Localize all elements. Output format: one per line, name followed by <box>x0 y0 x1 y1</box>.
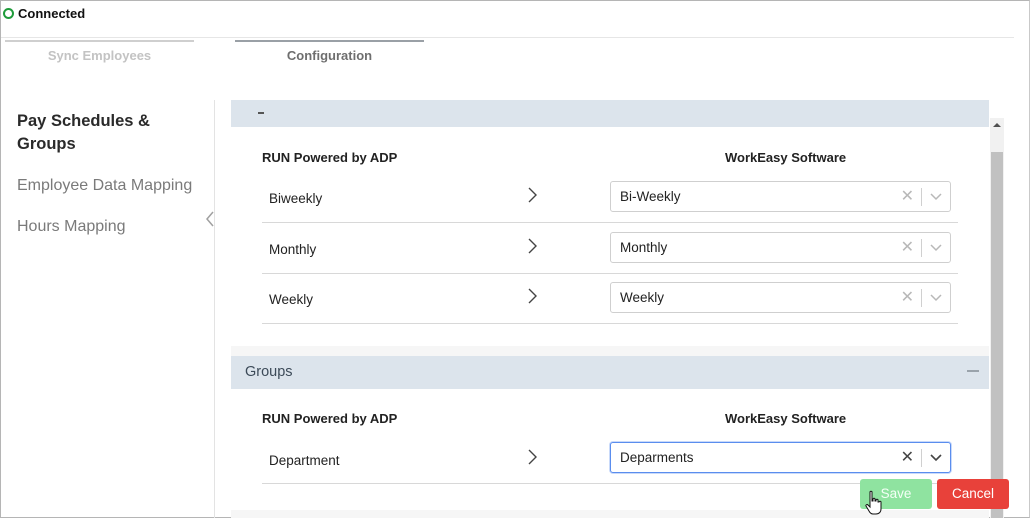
chevron-down-icon[interactable] <box>929 189 943 203</box>
scroll-up-arrow-icon[interactable] <box>990 118 1004 132</box>
select-separator <box>921 289 922 307</box>
sidebar-divider <box>214 100 215 518</box>
pay-schedules-section: RUN Powered by ADP WorkEasy Software Biw… <box>231 127 989 346</box>
adp-pay-schedule-label: Biweekly <box>269 191 323 206</box>
workeasy-pay-schedule-select[interactable]: Monthly ✕ <box>610 232 951 263</box>
tab-configuration[interactable]: Configuration <box>235 40 424 66</box>
chevron-right-icon <box>528 238 537 254</box>
scrollbar-thumb[interactable] <box>991 152 1003 518</box>
adp-column-header: RUN Powered by ADP <box>262 411 398 426</box>
status-dot-icon <box>3 8 14 19</box>
select-value: Weekly <box>620 290 665 305</box>
connection-status: Connected <box>3 6 85 21</box>
status-text: Connected <box>18 6 86 21</box>
tab-sync-employees[interactable]: Sync Employees <box>5 40 194 66</box>
adp-pay-schedule-label: Monthly <box>269 242 317 257</box>
workeasy-group-select[interactable]: Deparments ✕ <box>610 442 951 473</box>
close-icon[interactable]: ✕ <box>901 289 914 307</box>
mapping-row: Weekly Weekly ✕ <box>262 273 958 324</box>
chevron-down-icon[interactable] <box>929 450 943 464</box>
cancel-button[interactable]: Cancel <box>937 479 1009 509</box>
sidebar-item-employee-data-mapping[interactable]: Employee Data Mapping <box>0 174 192 197</box>
close-icon[interactable]: ✕ <box>901 188 914 206</box>
adp-group-label: Department <box>269 453 340 468</box>
workeasy-column-header: WorkEasy Software <box>725 150 847 165</box>
pay-schedules-section-header[interactable] <box>231 100 989 127</box>
section-spacer <box>231 346 989 356</box>
select-value: Deparments <box>620 450 694 465</box>
top-divider <box>1 37 1014 38</box>
groups-section-title: Groups <box>245 364 293 380</box>
select-value: Bi-Weekly <box>620 189 681 204</box>
adp-pay-schedule-label: Weekly <box>269 292 314 307</box>
sidebar-item-hours-mapping[interactable]: Hours Mapping <box>0 215 126 238</box>
mapping-row: Department Deparments ✕ <box>262 434 958 484</box>
close-icon[interactable]: ✕ <box>901 449 914 467</box>
minus-icon[interactable] <box>967 370 979 372</box>
adp-column-header: RUN Powered by ADP <box>262 150 398 165</box>
mapping-content: RUN Powered by ADP WorkEasy Software Biw… <box>231 100 989 518</box>
close-icon[interactable]: ✕ <box>901 239 914 257</box>
mapping-row: Biweekly Bi-Weekly ✕ <box>262 172 958 223</box>
content-scrollbar[interactable] <box>990 118 1004 518</box>
workeasy-pay-schedule-select[interactable]: Weekly ✕ <box>610 282 951 313</box>
chevron-right-icon <box>528 288 537 304</box>
workeasy-column-header: WorkEasy Software <box>725 411 847 426</box>
chevron-right-icon <box>528 187 537 203</box>
section-title-fragment <box>258 106 264 114</box>
chevron-down-icon[interactable] <box>929 290 943 304</box>
groups-section-header[interactable]: Groups <box>231 356 989 389</box>
mapping-row: Monthly Monthly ✕ <box>262 223 958 274</box>
select-separator <box>921 449 922 467</box>
sidebar-item-pay-schedules-groups[interactable]: Pay Schedules & Groups <box>0 110 180 156</box>
workeasy-pay-schedule-select[interactable]: Bi-Weekly ✕ <box>610 181 951 212</box>
hand-cursor-icon <box>865 490 882 515</box>
select-value: Monthly <box>620 240 668 255</box>
chevron-down-icon[interactable] <box>929 240 943 254</box>
chevron-right-icon <box>528 449 537 465</box>
select-separator <box>921 239 922 257</box>
select-separator <box>921 188 922 206</box>
